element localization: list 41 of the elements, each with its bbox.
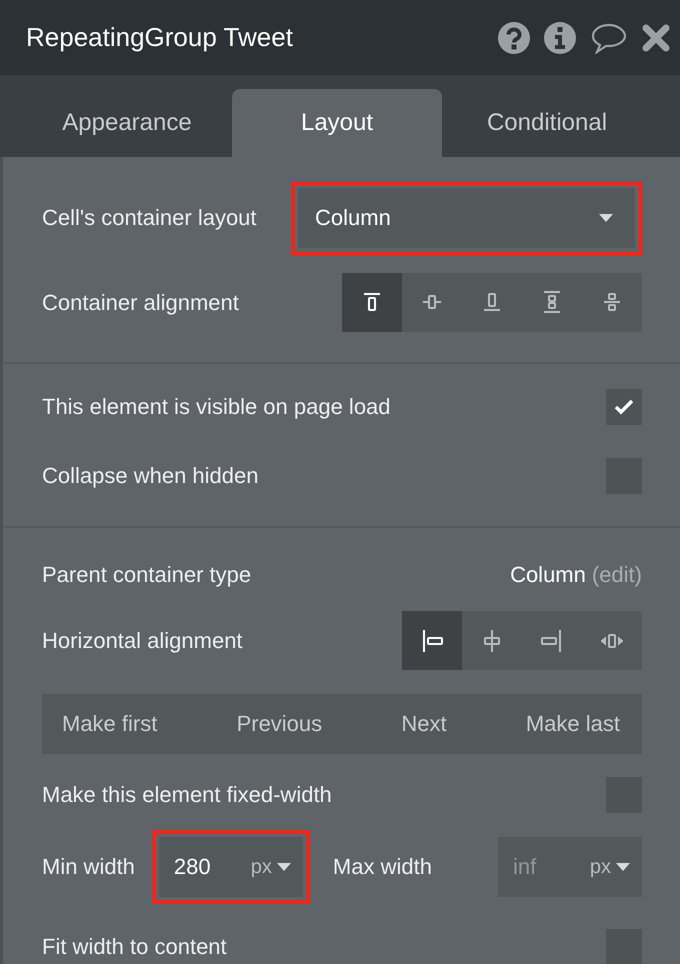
info-icon xyxy=(544,22,576,54)
align-left-icon xyxy=(421,628,443,652)
field-label: Parent container type xyxy=(42,562,252,588)
checkbox-label: This element is visible on page load xyxy=(42,394,391,420)
field-label: Horizontal alignment xyxy=(42,628,243,654)
order-button[interactable]: Next xyxy=(401,711,447,737)
order-button[interactable]: Make last xyxy=(526,711,620,737)
value-input[interactable]: 280 xyxy=(174,854,244,880)
field-label: Cell's container layout xyxy=(42,205,257,231)
tab[interactable]: Layout xyxy=(232,89,442,157)
alignment-option[interactable] xyxy=(402,611,462,670)
layout-dropdown[interactable]: Column xyxy=(298,188,635,248)
align-center-icon xyxy=(481,628,503,652)
field-label: Container alignment xyxy=(42,290,239,316)
tab[interactable]: Conditional xyxy=(442,89,652,157)
field-label: Min width xyxy=(42,854,135,880)
unit-label: px xyxy=(590,856,611,878)
caret-icon xyxy=(599,214,613,222)
window-title: RepeatingGroup Tweet xyxy=(26,22,293,53)
caret-icon xyxy=(616,863,630,871)
size-field[interactable]: inf px xyxy=(498,837,642,897)
checkbox-label: Fit width to content xyxy=(42,934,227,960)
checkbox-label: Make this element fixed-width xyxy=(42,782,332,808)
checkbox[interactable] xyxy=(606,389,642,425)
field-value: Column xyxy=(510,562,586,587)
order-button[interactable]: Previous xyxy=(236,711,322,737)
order-button[interactable]: Make first xyxy=(62,711,158,737)
help-icon xyxy=(498,22,530,54)
comment-icon xyxy=(590,22,628,54)
field-label: Max width xyxy=(332,854,432,880)
alignment-option[interactable] xyxy=(342,273,402,332)
caret-icon xyxy=(276,863,291,871)
align-right-icon xyxy=(541,628,563,652)
unit-label: px xyxy=(250,856,272,878)
size-field[interactable]: 280 px xyxy=(158,837,303,897)
space-between-icon xyxy=(541,290,563,314)
close-icon xyxy=(642,24,670,52)
checkbox-label: Collapse when hidden xyxy=(42,463,258,489)
tab[interactable]: Appearance xyxy=(22,89,232,157)
value-input[interactable]: inf xyxy=(513,854,583,880)
checkmark-icon xyxy=(614,399,634,415)
